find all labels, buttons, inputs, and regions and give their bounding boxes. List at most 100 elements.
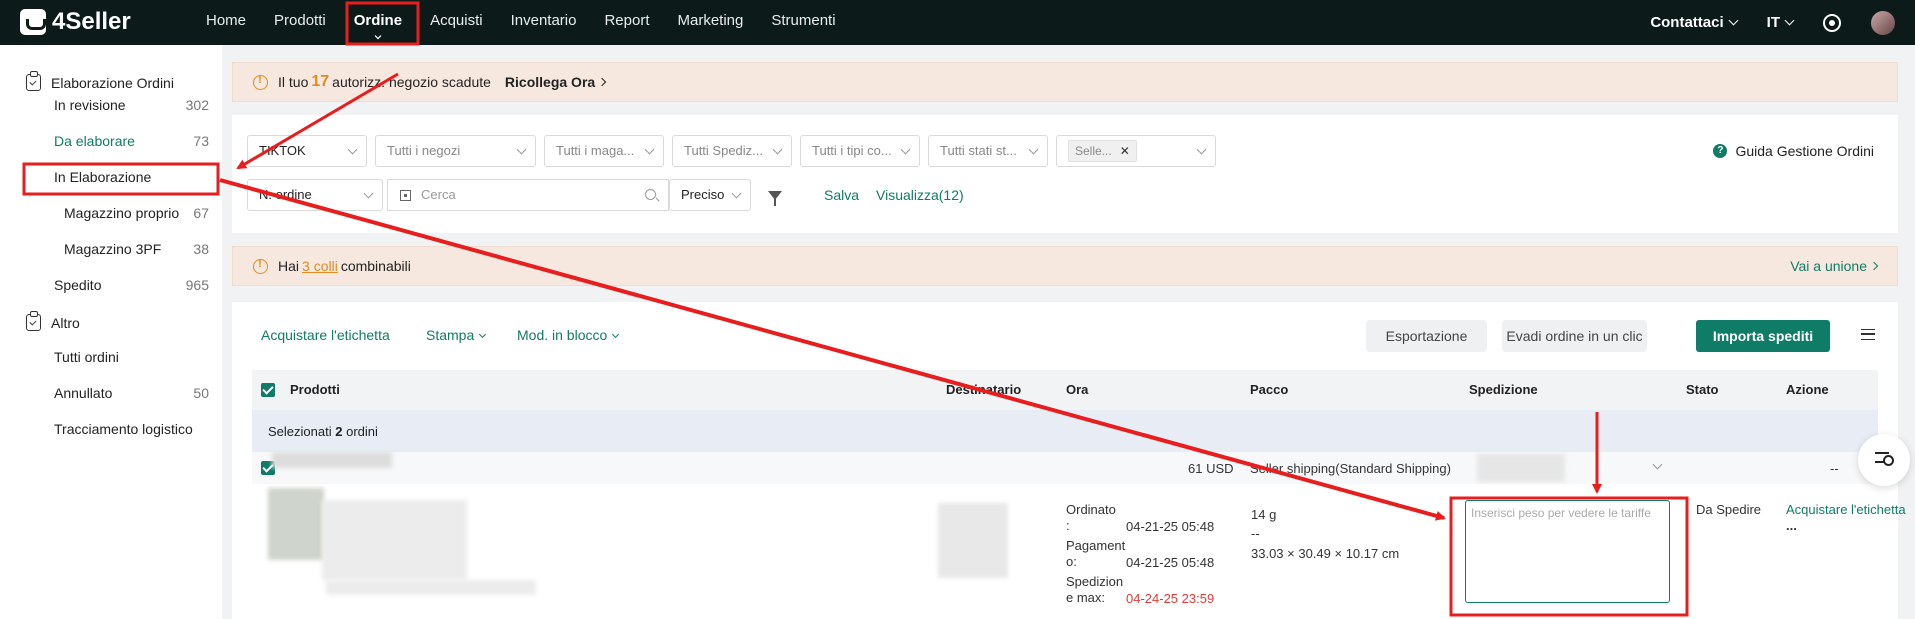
export-button[interactable]: Esportazione	[1366, 320, 1487, 352]
alert-count: 17	[311, 73, 330, 90]
bulk-edit-menu[interactable]: Mod. in blocco	[517, 327, 620, 343]
nav-marketing[interactable]: Marketing	[664, 0, 758, 45]
reconnect-link[interactable]: Ricollega Ora	[505, 74, 607, 90]
select-all-checkbox[interactable]	[261, 383, 275, 397]
nav-inventory[interactable]: Inventario	[497, 0, 591, 45]
close-icon[interactable]: ✕	[1120, 144, 1130, 158]
match-mode-select[interactable]: Preciso	[669, 179, 751, 211]
brand-logo[interactable]: 4Seller	[20, 8, 131, 36]
filter-icon[interactable]	[768, 191, 782, 206]
status-select[interactable]: Tutti stati st...	[928, 135, 1048, 167]
chevron-down-icon	[347, 144, 358, 155]
sidebar-item-to-process[interactable]: Da elaborare 73	[54, 133, 209, 149]
import-shipped-button[interactable]: Importa spediti	[1696, 320, 1830, 352]
sidebar-group-other[interactable]: Altro	[26, 311, 80, 331]
search-input[interactable]: Cerca	[387, 179, 669, 211]
alert-text: Hai	[278, 258, 300, 274]
merge-label: Vai a unione	[1790, 258, 1867, 274]
chevron-down-icon	[900, 144, 911, 155]
selection-post: ordini	[346, 424, 378, 439]
sidebar-item-label: Tracciamento logistico	[54, 421, 193, 437]
warehouse-select[interactable]: Tutti i maga...	[544, 135, 664, 167]
chevron-down-icon	[772, 144, 783, 155]
store-select[interactable]: Tutti i negozi	[375, 135, 536, 167]
floating-search-button[interactable]	[1858, 434, 1910, 486]
sidebar-item-count: 965	[185, 277, 209, 293]
selection-count: 2	[335, 424, 343, 439]
column-settings-icon[interactable]	[1861, 329, 1875, 340]
combinable-link[interactable]: 3 colli	[302, 258, 338, 274]
shipping-select[interactable]: Tutti Spediz...	[672, 135, 792, 167]
view-filters-link[interactable]: Visualizza(12)	[876, 187, 964, 203]
chevron-down-icon[interactable]	[1652, 459, 1663, 470]
blurred-tracking	[1477, 454, 1565, 482]
blurred-recipient	[938, 503, 1008, 578]
select-value: TIKTOK	[259, 143, 306, 158]
nav-purchases[interactable]: Acquisti	[416, 0, 497, 45]
selection-pre: Selezionati	[268, 424, 332, 439]
select-value: Tutti i negozi	[387, 143, 461, 158]
nav-home[interactable]: Home	[192, 0, 260, 45]
chevron-down-icon	[1196, 144, 1207, 155]
chevron-right-icon	[1869, 261, 1879, 271]
save-filter-link[interactable]: Salva	[824, 187, 859, 203]
sidebar-item-tracking[interactable]: Tracciamento logistico	[54, 421, 209, 437]
sidebar-item-label: Annullato	[54, 385, 113, 401]
nav-orders[interactable]: Ordine	[340, 0, 416, 45]
seller-tag: Selle... ✕	[1068, 140, 1137, 162]
platform-select[interactable]: TIKTOK	[247, 135, 367, 167]
nav-products[interactable]: Prodotti	[260, 0, 340, 45]
row-buy-label-link[interactable]: Acquistare l'etichetta	[1786, 502, 1906, 517]
sidebar-item-label: Magazzino proprio	[64, 205, 180, 221]
contact-label: Contattaci	[1650, 14, 1724, 31]
search-field-select[interactable]: N. ordine	[247, 179, 383, 211]
more-actions[interactable]: ...	[1786, 518, 1797, 533]
clipboard-icon	[26, 311, 41, 331]
sidebar-item-shipped[interactable]: Spedito 965	[54, 277, 209, 293]
language-menu[interactable]: IT	[1767, 14, 1795, 31]
sidebar-item-all-orders[interactable]: Tutti ordini	[54, 349, 209, 365]
col-package: Pacco	[1250, 382, 1289, 397]
sidebar-item-cancelled[interactable]: Annullato 50	[54, 385, 209, 401]
print-label: Stampa	[426, 327, 475, 343]
paid-label: Pagament o:	[1066, 538, 1126, 569]
chevron-right-icon	[597, 77, 607, 87]
sidebar-item-3pf-warehouse[interactable]: Magazzino 3PF 38	[64, 241, 209, 257]
warning-icon	[253, 74, 268, 90]
col-products: Prodotti	[290, 382, 340, 397]
sidebar-item-own-warehouse[interactable]: Magazzino proprio 67	[64, 205, 209, 221]
search-icon[interactable]	[645, 189, 656, 200]
batch-grid-icon[interactable]	[400, 190, 411, 201]
user-avatar[interactable]	[1871, 10, 1895, 35]
sidebar-item-processing[interactable]: In Elaborazione	[54, 169, 209, 185]
nav-report[interactable]: Report	[590, 0, 663, 45]
chevron-down-icon	[612, 330, 620, 339]
sidebar-group-processing[interactable]: Elaborazione Ordini	[26, 71, 174, 91]
print-menu[interactable]: Stampa	[426, 327, 487, 343]
seller-select[interactable]: Selle... ✕	[1056, 135, 1216, 167]
top-right-controls: Contattaci IT	[1650, 0, 1895, 45]
shipping-rate-input[interactable]: Inserisci peso per vedere le tariffe	[1465, 500, 1670, 603]
settings-gear-icon[interactable]	[1823, 13, 1841, 32]
sidebar-item-in-review[interactable]: In revisione 302	[54, 97, 209, 113]
nav-tools[interactable]: Strumenti	[757, 0, 849, 45]
contact-menu[interactable]: Contattaci	[1650, 14, 1739, 31]
select-value: Preciso	[681, 187, 725, 202]
tag-label: Selle...	[1075, 144, 1112, 158]
merge-link[interactable]: Vai a unione	[1790, 258, 1879, 274]
sidebar-item-label: Magazzino 3PF	[64, 241, 162, 257]
buy-label-link[interactable]: Acquistare l'etichetta	[261, 327, 390, 343]
col-time: Ora	[1066, 382, 1089, 397]
col-shipping: Spedizione	[1469, 382, 1538, 397]
ship-max-label: Spedizion e max:	[1066, 574, 1124, 605]
chevron-down-icon	[516, 144, 527, 155]
select-value: Tutti Spediz...	[684, 143, 763, 158]
one-click-fulfill-button[interactable]: Evadi ordine in un clic	[1502, 320, 1647, 352]
order-type-select[interactable]: Tutti i tipi co...	[800, 135, 920, 167]
combinable-alert: Hai 3 colli combinabili Vai a unione	[232, 246, 1898, 286]
sidebar-item-label: In revisione	[54, 97, 126, 113]
sidebar-item-count: 67	[193, 205, 209, 221]
ship-max-time: 04-24-25 23:59	[1126, 591, 1215, 606]
alert-text: autorizz. negozio scadute	[332, 74, 491, 90]
order-guide-link[interactable]: ? Guida Gestione Ordini	[1713, 143, 1874, 159]
